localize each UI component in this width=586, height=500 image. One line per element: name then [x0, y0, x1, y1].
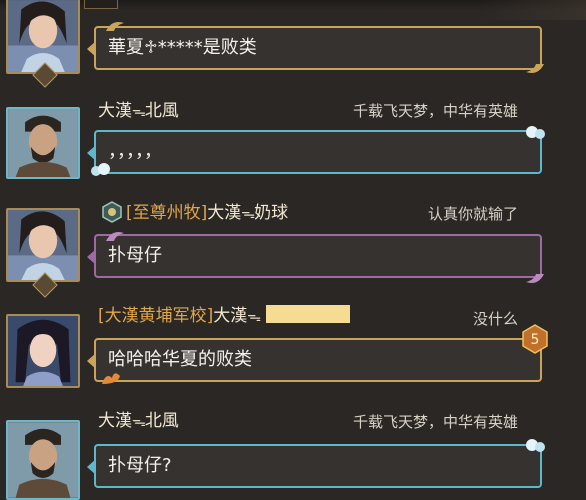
- redacted-name-block: [266, 305, 351, 323]
- bubble-tail: [87, 459, 96, 475]
- panel-corner-ornament: [476, 0, 586, 20]
- message-bubble[interactable]: 華夏♱*****是败类: [87, 26, 542, 70]
- bubble-ornament-icon: [106, 232, 124, 241]
- avatar[interactable]: [6, 420, 80, 500]
- sender-name[interactable]: 大漢ᯓ北風: [98, 409, 179, 433]
- message-bubble[interactable]: 扑母仔?: [87, 444, 542, 488]
- avatar[interactable]: [6, 107, 80, 179]
- sender-symbol: ᯓ: [132, 414, 146, 430]
- bubble-tail: [87, 145, 96, 161]
- cloud-ornament-icon: [91, 163, 110, 176]
- panel-tab-handle[interactable]: [84, 0, 118, 9]
- portrait-image: [8, 210, 78, 280]
- message-text: 扑母仔?: [108, 455, 172, 476]
- portrait-image: [8, 0, 78, 72]
- message-bubble[interactable]: ，，，，，: [87, 130, 542, 174]
- sender-title: [大漢黄埔军校]: [98, 306, 214, 326]
- sender-handle: 北風: [144, 101, 179, 121]
- sender-motto: 认真你就输了: [427, 205, 518, 223]
- message-bubble[interactable]: 扑母仔: [87, 234, 542, 278]
- sender-motto: 千载飞天梦，中华有英雄: [352, 413, 518, 431]
- sender-name[interactable]: [大漢黄埔军校]大漢ᯓ: [98, 304, 351, 328]
- message-text: 哈哈哈华夏的败类: [108, 349, 252, 370]
- bubble-ornament-icon: [106, 22, 124, 31]
- sender-guild-prefix: 大漢: [207, 203, 242, 223]
- portrait-image: [8, 422, 78, 498]
- message-text: 華夏♱*****是败类: [108, 37, 257, 58]
- sender-guild-prefix: 大漢: [98, 411, 132, 431]
- portrait-image: [8, 109, 78, 177]
- sender-name[interactable]: 大漢ᯓ北風: [98, 99, 179, 123]
- sender-title: [至尊州牧]: [126, 203, 208, 223]
- sender-handle: 奶球: [254, 203, 289, 223]
- sender-symbol: ᯓ: [241, 206, 255, 222]
- sender-guild-prefix: 大漢: [98, 101, 132, 121]
- flame-ornament-icon: [102, 373, 120, 384]
- vip-level-flame-icon: 5: [522, 324, 548, 354]
- avatar[interactable]: [6, 208, 80, 282]
- bubble-ornament-icon: [526, 64, 544, 73]
- message-text: ，，，，，: [108, 141, 162, 162]
- vip-level-number: 5: [531, 332, 540, 348]
- message-text: 扑母仔: [108, 245, 162, 266]
- sender-symbol: ᯓ: [132, 104, 146, 120]
- sender-guild-prefix: 大漢: [213, 306, 248, 326]
- sender-name[interactable]: [至尊州牧]大漢ᯓ奶球: [126, 201, 288, 225]
- sender-motto: 千载飞天梦，中华有英雄: [352, 102, 518, 120]
- cloud-ornament-icon: [526, 439, 545, 452]
- rank-emblem-icon: [102, 201, 122, 223]
- bubble-tail: [87, 41, 96, 57]
- sender-handle: 北風: [144, 411, 179, 431]
- bubble-tail: [87, 353, 96, 369]
- bubble-tail: [87, 249, 96, 265]
- avatar[interactable]: [6, 314, 80, 388]
- bubble-ornament-icon: [526, 274, 544, 283]
- cloud-ornament-icon: [526, 126, 545, 139]
- sender-symbol: ᯓ: [247, 309, 261, 325]
- portrait-image: [8, 316, 78, 386]
- message-bubble[interactable]: 哈哈哈华夏的败类: [87, 338, 542, 382]
- sender-motto: 没什么: [472, 310, 518, 328]
